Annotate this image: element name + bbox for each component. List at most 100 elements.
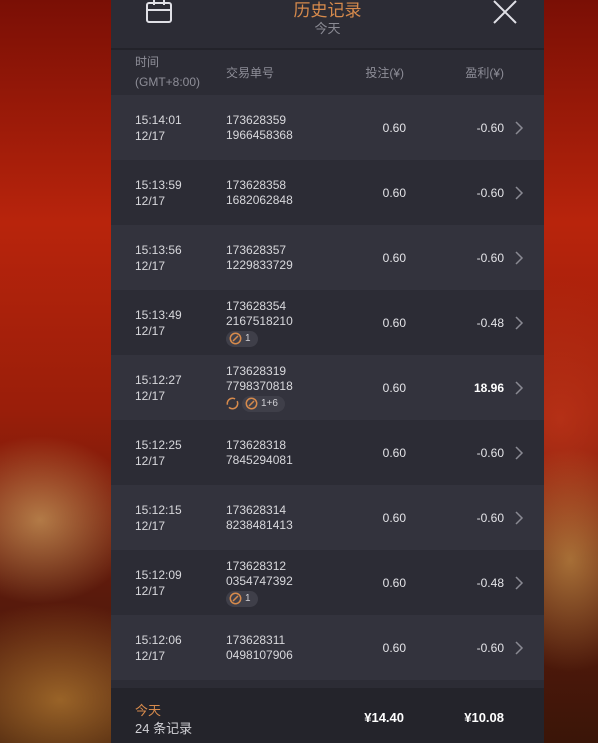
feature-badge-count: 1 xyxy=(245,333,251,344)
column-time: 时间 xyxy=(135,55,160,69)
row-time: 15:13:59 xyxy=(135,177,182,192)
row-profit: -0.60 xyxy=(476,445,504,460)
summary-period: 今天 xyxy=(135,703,162,718)
row-badges: 1+6 xyxy=(226,395,293,412)
free-spin-icon xyxy=(245,397,258,410)
summary-footer: 今天 24 条记录 ¥14.40 ¥10.08 xyxy=(111,688,544,743)
feature-badge: 1 xyxy=(226,590,258,607)
chevron-right-icon[interactable] xyxy=(515,575,524,590)
row-transaction: 173628358 1682062848 xyxy=(226,178,293,208)
row-transaction-id: 173628314 xyxy=(226,502,287,517)
row-transaction: 173628311 0498107906 xyxy=(226,633,293,663)
row-transaction-id-2: 8238481413 xyxy=(226,517,293,532)
row-transaction-id-2: 1682062848 xyxy=(226,192,293,207)
history-row[interactable]: 15:12:25 12/17 173628318 7845294081 0.60 -0.6… xyxy=(111,420,544,485)
row-time: 15:12:27 xyxy=(135,372,182,387)
history-row[interactable]: 15:12:27 12/17 173628319 7798370818 1+6 0.60 1… xyxy=(111,355,544,420)
row-date: 12/17 xyxy=(135,388,166,403)
row-datetime: 15:12:06 12/17 xyxy=(135,632,182,664)
chevron-right-icon[interactable] xyxy=(515,315,524,330)
history-row[interactable]: 15:12:06 12/17 173628311 0498107906 0.60 -0.6… xyxy=(111,615,544,680)
history-list: 15:14:01 12/17 173628359 1966458368 0.60 -0.6… xyxy=(111,95,544,680)
feature-badge: 1 xyxy=(226,330,258,347)
row-transaction-id: 173628357 xyxy=(226,242,287,257)
row-bet: 0.60 xyxy=(382,120,406,135)
row-date: 12/17 xyxy=(135,453,166,468)
row-bet: 0.60 xyxy=(382,510,406,525)
column-timezone: (GMT+8:00) xyxy=(135,75,201,89)
row-profit: -0.60 xyxy=(476,510,504,525)
row-time: 15:14:01 xyxy=(135,112,182,127)
row-date: 12/17 xyxy=(135,583,166,598)
row-time: 15:13:49 xyxy=(135,307,182,322)
chevron-right-icon[interactable] xyxy=(515,250,524,265)
row-datetime: 15:13:49 12/17 xyxy=(135,307,182,339)
feature-badge-count: 1 xyxy=(245,593,251,604)
row-badges: 1 xyxy=(226,590,293,607)
row-bet: 0.60 xyxy=(382,315,406,330)
row-time: 15:12:25 xyxy=(135,437,182,452)
free-spin-icon xyxy=(229,332,242,345)
row-datetime: 15:12:25 12/17 xyxy=(135,437,182,469)
row-transaction: 173628319 7798370818 1+6 xyxy=(226,364,293,412)
row-transaction-id-2: 0354747392 xyxy=(226,573,293,588)
row-transaction-id-2: 1229833729 xyxy=(226,257,293,272)
row-transaction-id-2: 7845294081 xyxy=(226,452,293,467)
row-date: 12/17 xyxy=(135,258,166,273)
row-bet: 0.60 xyxy=(382,640,406,655)
chevron-right-icon[interactable] xyxy=(515,510,524,525)
row-date: 12/17 xyxy=(135,323,166,338)
row-transaction: 173628357 1229833729 xyxy=(226,243,293,273)
row-profit: -0.60 xyxy=(476,185,504,200)
row-transaction: 173628359 1966458368 xyxy=(226,113,293,143)
row-profit: -0.60 xyxy=(476,250,504,265)
row-transaction-id-2: 7798370818 xyxy=(226,378,293,393)
row-transaction-id-2: 1966458368 xyxy=(226,127,293,142)
row-badges: 1 xyxy=(226,330,293,347)
history-row[interactable]: 15:14:01 12/17 173628359 1966458368 0.60 -0.6… xyxy=(111,95,544,160)
history-row[interactable]: 15:13:56 12/17 173628357 1229833729 0.60 -0.6… xyxy=(111,225,544,290)
row-datetime: 15:12:15 12/17 xyxy=(135,502,182,534)
row-profit: -0.48 xyxy=(476,315,504,330)
chevron-right-icon[interactable] xyxy=(515,185,524,200)
row-bet: 0.60 xyxy=(382,380,406,395)
row-transaction-id: 173628312 xyxy=(226,558,287,573)
row-date: 12/17 xyxy=(135,518,166,533)
row-transaction-id: 173628359 xyxy=(226,112,287,127)
row-profit: 18.96 xyxy=(473,380,504,395)
row-time: 15:12:15 xyxy=(135,502,182,517)
history-row[interactable]: 15:12:15 12/17 173628314 8238481413 0.60 -0.6… xyxy=(111,485,544,550)
chevron-right-icon[interactable] xyxy=(515,120,524,135)
row-transaction-id: 173628319 xyxy=(226,363,287,378)
close-icon[interactable] xyxy=(492,0,518,24)
row-transaction: 173628318 7845294081 xyxy=(226,438,293,468)
row-datetime: 15:13:56 12/17 xyxy=(135,242,182,274)
history-row[interactable]: 15:12:09 12/17 173628312 0354747392 1 0.60 -0.… xyxy=(111,550,544,615)
row-transaction-id: 173628358 xyxy=(226,177,287,192)
history-row[interactable]: 15:13:59 12/17 173628358 1682062848 0.60 -0.6… xyxy=(111,160,544,225)
row-bet: 0.60 xyxy=(382,250,406,265)
page-subtitle: 今天 xyxy=(314,21,341,36)
history-row[interactable]: 15:13:49 12/17 173628354 2167518210 1 0.60 -0.… xyxy=(111,290,544,355)
row-profit: -0.60 xyxy=(476,120,504,135)
row-date: 12/17 xyxy=(135,648,166,663)
feature-badge: 1+6 xyxy=(242,395,285,412)
row-transaction-id: 173628354 xyxy=(226,298,287,313)
row-bet: 0.60 xyxy=(382,445,406,460)
refresh-icon xyxy=(226,397,239,410)
row-datetime: 15:12:27 12/17 xyxy=(135,372,182,404)
feature-badge-count: 1+6 xyxy=(261,398,278,409)
row-profit: -0.48 xyxy=(476,575,504,590)
row-time: 15:12:06 xyxy=(135,632,182,647)
row-transaction: 173628354 2167518210 1 xyxy=(226,299,293,347)
row-transaction-id-2: 0498107906 xyxy=(226,647,293,662)
history-panel: 历史记录 今天 时间 (GMT+8:00) 交易单号 投注(¥) 盈利(¥) 1… xyxy=(111,0,544,743)
row-time: 15:12:09 xyxy=(135,567,182,582)
row-transaction: 173628312 0354747392 1 xyxy=(226,559,293,607)
column-header: 时间 (GMT+8:00) 交易单号 投注(¥) 盈利(¥) xyxy=(111,50,544,95)
chevron-right-icon[interactable] xyxy=(515,445,524,460)
row-transaction-id: 173628311 xyxy=(226,632,286,647)
row-transaction-id-2: 2167518210 xyxy=(226,313,293,328)
chevron-right-icon[interactable] xyxy=(515,640,524,655)
chevron-right-icon[interactable] xyxy=(515,380,524,395)
